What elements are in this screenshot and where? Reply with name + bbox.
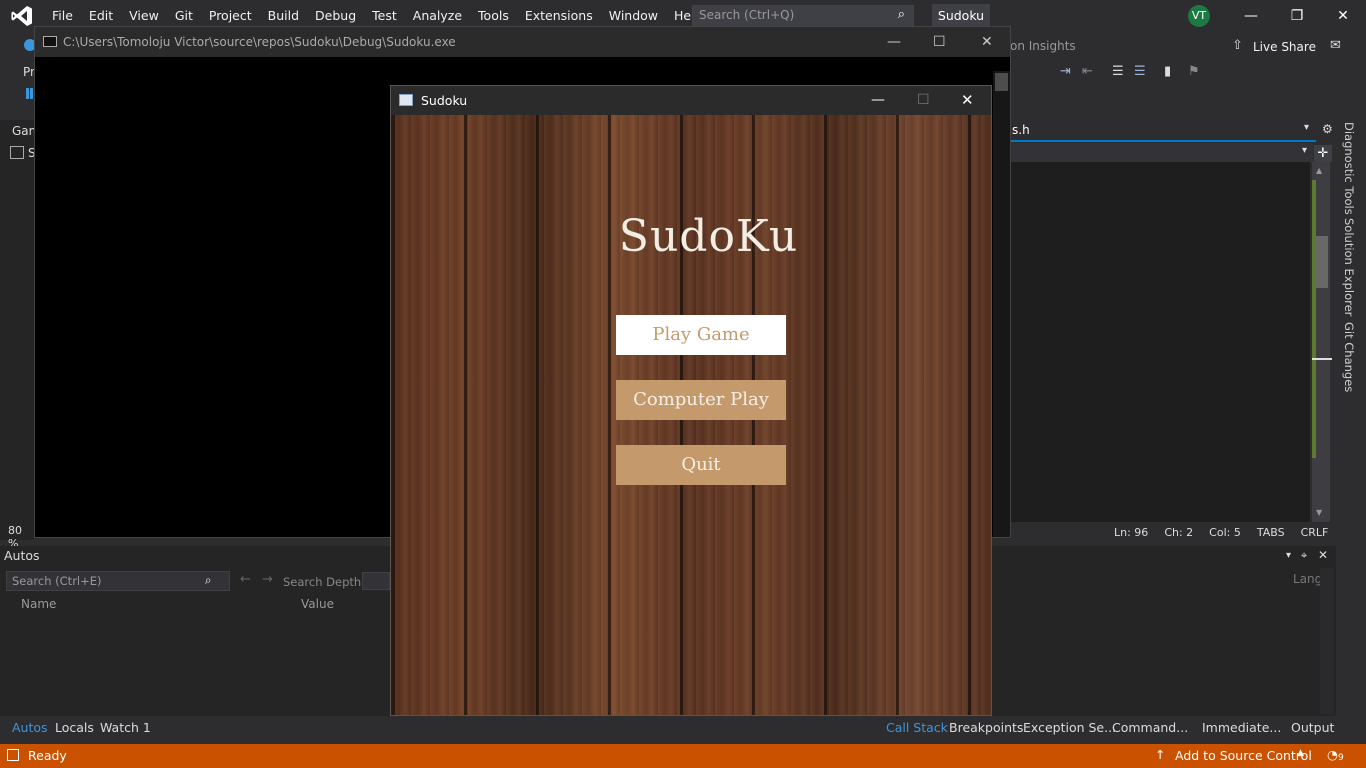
tab-locals[interactable]: Locals bbox=[55, 720, 94, 735]
live-share-button[interactable]: Live Share bbox=[1253, 40, 1316, 54]
tab-command-window[interactable]: Command... bbox=[1112, 720, 1188, 735]
bookmark-icon[interactable]: ▮ bbox=[1164, 64, 1171, 79]
autos-search-icon[interactable]: ⌕ bbox=[205, 573, 211, 588]
tab-output[interactable]: Output bbox=[1291, 720, 1334, 735]
sudoku-maximize-icon: ☐ bbox=[917, 92, 930, 108]
tab-autos[interactable]: Autos bbox=[12, 720, 48, 735]
back-arrow-icon[interactable]: ← bbox=[240, 572, 251, 587]
tab-git-changes[interactable]: Git Changes bbox=[1342, 322, 1356, 392]
tab-exception-settings[interactable]: Exception Se... bbox=[1023, 720, 1116, 735]
quit-button[interactable]: Quit bbox=[616, 445, 786, 485]
column-name[interactable]: Name bbox=[21, 597, 56, 611]
member-dropdown[interactable]: ▾ bbox=[1010, 143, 1313, 163]
pause-icon[interactable] bbox=[26, 88, 33, 99]
search-icon[interactable]: ⌕ bbox=[898, 7, 905, 22]
game-title: SudoKu bbox=[618, 211, 799, 262]
char-number: Ch: 2 bbox=[1164, 525, 1194, 539]
sudoku-app-icon bbox=[399, 94, 413, 106]
tabs-indicator[interactable]: TABS bbox=[1257, 526, 1285, 539]
gear-icon[interactable]: ⚙ bbox=[1322, 122, 1333, 136]
feedback-icon[interactable]: ✉ bbox=[1330, 38, 1341, 53]
indent-icon[interactable]: ⇥ bbox=[1060, 64, 1071, 79]
column-lang[interactable]: Lang bbox=[1293, 572, 1322, 586]
scroll-down-icon[interactable]: ▼ bbox=[1316, 508, 1322, 517]
pin-icon[interactable]: ⌖ bbox=[1301, 549, 1307, 563]
code-editor[interactable] bbox=[1010, 162, 1310, 522]
bookmark-nav-icon[interactable]: ⚑ bbox=[1188, 64, 1200, 79]
notifications-bell-icon[interactable]: ◔ bbox=[1327, 747, 1338, 762]
notification-count: 9 bbox=[1338, 753, 1344, 763]
caret-marker bbox=[1312, 358, 1332, 360]
minimize-icon[interactable]: — bbox=[1228, 0, 1274, 32]
autos-search-input[interactable]: Search (Ctrl+E) ⌕ bbox=[6, 571, 230, 591]
split-icon[interactable]: ✛ bbox=[1314, 145, 1332, 162]
restore-icon[interactable]: ❐ bbox=[1274, 0, 1320, 32]
search-placeholder: Search (Ctrl+Q) bbox=[699, 8, 795, 22]
panel-dropdown-chevron-down-icon[interactable]: ▾ bbox=[1286, 550, 1291, 561]
editor-scrollbar[interactable]: ▲ ▼ bbox=[1312, 162, 1332, 522]
avatar[interactable]: VT bbox=[1188, 5, 1210, 27]
line-number: Ln: 96 bbox=[1114, 525, 1149, 539]
computer-play-button[interactable]: Computer Play bbox=[616, 380, 786, 420]
console-scrollbar[interactable] bbox=[993, 71, 1010, 537]
editor-tab[interactable]: s.h bbox=[1012, 123, 1030, 137]
autos-title: Autos bbox=[4, 548, 40, 563]
play-game-button[interactable]: Play Game bbox=[616, 315, 786, 355]
tab-call-stack[interactable]: Call Stack bbox=[886, 720, 948, 735]
column-value[interactable]: Value bbox=[301, 597, 334, 611]
sudoku-title-bar[interactable]: Sudoku — ☐ ✕ bbox=[391, 86, 991, 115]
console-minimize-icon[interactable]: — bbox=[887, 27, 901, 57]
autos-scrollbar[interactable] bbox=[1320, 568, 1334, 714]
project-title: Sudoku bbox=[932, 4, 990, 28]
global-search-input[interactable]: Search (Ctrl+Q) ⌕ bbox=[692, 5, 914, 27]
console-title-bar[interactable]: C:\Users\Tomoloju Victor\source\repos\Su… bbox=[35, 27, 1010, 57]
editor-tab-bar: s.h ▾ bbox=[1010, 120, 1316, 142]
console-maximize-icon[interactable]: ☐ bbox=[933, 27, 946, 57]
wood-background: SudoKu Play Game Computer Play Quit bbox=[392, 115, 991, 715]
outdent-icon[interactable]: ⇤ bbox=[1082, 64, 1093, 79]
line-ending-indicator[interactable]: CRLF bbox=[1301, 526, 1329, 539]
sudoku-window[interactable]: Sudoku — ☐ ✕ SudoKu Play Game Computer P… bbox=[390, 85, 992, 716]
search-depth-label: Search Depth: bbox=[283, 575, 366, 589]
tab-breakpoints[interactable]: Breakpoints bbox=[949, 720, 1023, 735]
source-control-chevron-up-icon[interactable]: ▲ bbox=[1297, 748, 1304, 758]
autos-search-placeholder: Search (Ctrl+E) bbox=[12, 574, 102, 588]
status-ready: Ready bbox=[28, 748, 67, 763]
sudoku-window-title: Sudoku bbox=[421, 93, 468, 108]
comment-icon[interactable]: ☰ bbox=[1112, 64, 1124, 79]
tab-list-chevron-down-icon[interactable]: ▾ bbox=[1304, 122, 1309, 133]
status-icon bbox=[7, 749, 19, 761]
live-share-icon[interactable]: ⇧ bbox=[1232, 38, 1243, 53]
change-margin bbox=[1312, 180, 1316, 458]
console-path: C:\Users\Tomoloju Victor\source\repos\Su… bbox=[63, 35, 456, 49]
sudoku-minimize-icon[interactable]: — bbox=[871, 86, 885, 115]
up-arrow-icon: ↑ bbox=[1155, 747, 1166, 762]
tab-immediate-window[interactable]: Immediate... bbox=[1202, 720, 1281, 735]
forward-arrow-icon[interactable]: → bbox=[262, 572, 273, 587]
add-to-source-control-button[interactable]: Add to Source Control bbox=[1175, 748, 1312, 763]
search-depth-input[interactable] bbox=[362, 572, 390, 590]
console-close-icon[interactable]: ✕ bbox=[981, 27, 993, 57]
tab-watch-1[interactable]: Watch 1 bbox=[100, 720, 151, 735]
close-icon[interactable]: ✕ bbox=[1320, 0, 1366, 32]
console-app-icon bbox=[43, 36, 57, 47]
uncomment-icon[interactable]: ☰ bbox=[1134, 64, 1146, 79]
chevron-down-icon: ▾ bbox=[1302, 145, 1308, 156]
console-scroll-thumb[interactable] bbox=[995, 73, 1008, 91]
sudoku-close-icon[interactable]: ✕ bbox=[961, 86, 974, 115]
column-number: Col: 5 bbox=[1209, 525, 1241, 539]
status-bar: Ready ↑ Add to Source Control ▲ ◔ 9 bbox=[0, 744, 1366, 768]
tab-solution-explorer[interactable]: Solution Explorer bbox=[1342, 218, 1356, 316]
scroll-up-icon[interactable]: ▲ bbox=[1316, 166, 1322, 175]
panel-close-icon[interactable]: ✕ bbox=[1318, 548, 1328, 562]
left-panel: Gam S 80 % bbox=[0, 120, 40, 550]
autos-columns: Name Value bbox=[8, 594, 390, 614]
bottom-tab-bar: Autos Locals Watch 1 Call Stack Breakpoi… bbox=[0, 716, 1366, 740]
scroll-thumb[interactable] bbox=[1316, 236, 1328, 288]
insights-label: on Insights bbox=[1010, 39, 1076, 53]
file-icon bbox=[10, 146, 24, 159]
editor-status-line: Ln: 96 Ch: 2 Col: 5 TABS CRLF bbox=[1010, 522, 1336, 542]
tab-diagnostic-tools[interactable]: Diagnostic Tools bbox=[1342, 122, 1356, 215]
